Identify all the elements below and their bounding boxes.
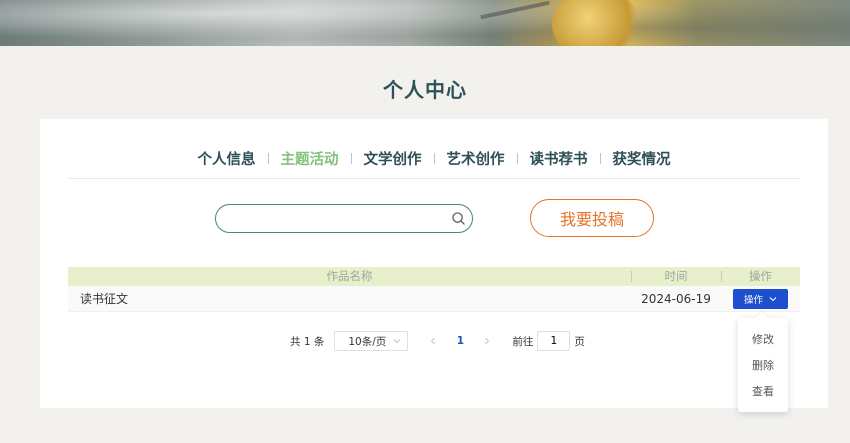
tab-art-creation[interactable]: 艺术创作: [446, 148, 506, 169]
header-banner: [0, 0, 850, 46]
goto-page: 前往 页: [512, 331, 585, 351]
column-header-name: 作品名称: [326, 269, 373, 283]
menu-item-edit[interactable]: 修改: [738, 327, 788, 353]
submit-work-button[interactable]: 我要投稿: [530, 199, 654, 237]
chevron-right-icon: [485, 337, 490, 344]
works-table: 作品名称 时间 操作 读书征文 2024-06-19 操作: [68, 267, 800, 312]
tab-separator: [267, 152, 269, 164]
page-size-select[interactable]: 10条/页: [334, 331, 409, 351]
search-icon[interactable]: [452, 212, 465, 225]
menu-item-view[interactable]: 查看: [738, 379, 788, 405]
pagination-total: 共 1 条: [290, 335, 325, 348]
content-card: 个人信息 主题活动 文学创作 艺术创作 读书荐书 获奖情况 我要投稿 作品名称 …: [40, 119, 828, 408]
tab-literary-creation[interactable]: 文学创作: [363, 148, 423, 169]
work-time-cell: 2024-06-19: [641, 291, 711, 306]
search-box: [215, 204, 473, 233]
pagination: 共 1 条 10条/页 1 前往 页: [290, 331, 585, 351]
table-header: 作品名称 时间 操作: [68, 267, 800, 286]
table-row: 读书征文 2024-06-19 操作: [68, 286, 800, 312]
menu-item-delete[interactable]: 删除: [738, 353, 788, 379]
tab-bar: 个人信息 主题活动 文学创作 艺术创作 读书荐书 获奖情况: [68, 147, 800, 169]
page-number-1[interactable]: 1: [450, 335, 470, 347]
goto-prefix: 前往: [512, 335, 534, 348]
action-dropdown-menu: 修改 删除 查看: [738, 318, 788, 412]
goto-suffix: 页: [574, 335, 585, 348]
action-dropdown-button[interactable]: 操作: [733, 288, 788, 309]
search-input[interactable]: [230, 210, 450, 228]
column-header-time: 时间: [664, 269, 688, 283]
action-button-label: 操作: [743, 294, 763, 306]
tab-divider: [68, 178, 800, 179]
tab-book-recommendation[interactable]: 读书荐书: [529, 148, 589, 169]
chevron-down-icon: [769, 296, 777, 301]
page-size-value: 10条/页: [348, 335, 387, 348]
column-separator: [721, 271, 722, 282]
tab-separator: [516, 152, 518, 164]
tab-separator: [599, 152, 601, 164]
column-separator: [631, 271, 632, 282]
tab-theme-activity[interactable]: 主题活动: [280, 148, 340, 169]
chevron-down-icon: [394, 339, 401, 344]
prev-page-button[interactable]: [422, 335, 444, 348]
chevron-left-icon: [431, 337, 436, 344]
tab-personal-info[interactable]: 个人信息: [197, 148, 257, 169]
tab-awards[interactable]: 获奖情况: [612, 148, 672, 169]
next-page-button[interactable]: [476, 335, 498, 348]
tab-separator: [433, 152, 435, 164]
page-title: 个人中心: [383, 78, 467, 102]
work-name-cell: 读书征文: [80, 292, 129, 306]
column-header-action: 操作: [749, 269, 772, 283]
goto-page-input[interactable]: [537, 331, 571, 351]
tab-separator: [350, 152, 352, 164]
